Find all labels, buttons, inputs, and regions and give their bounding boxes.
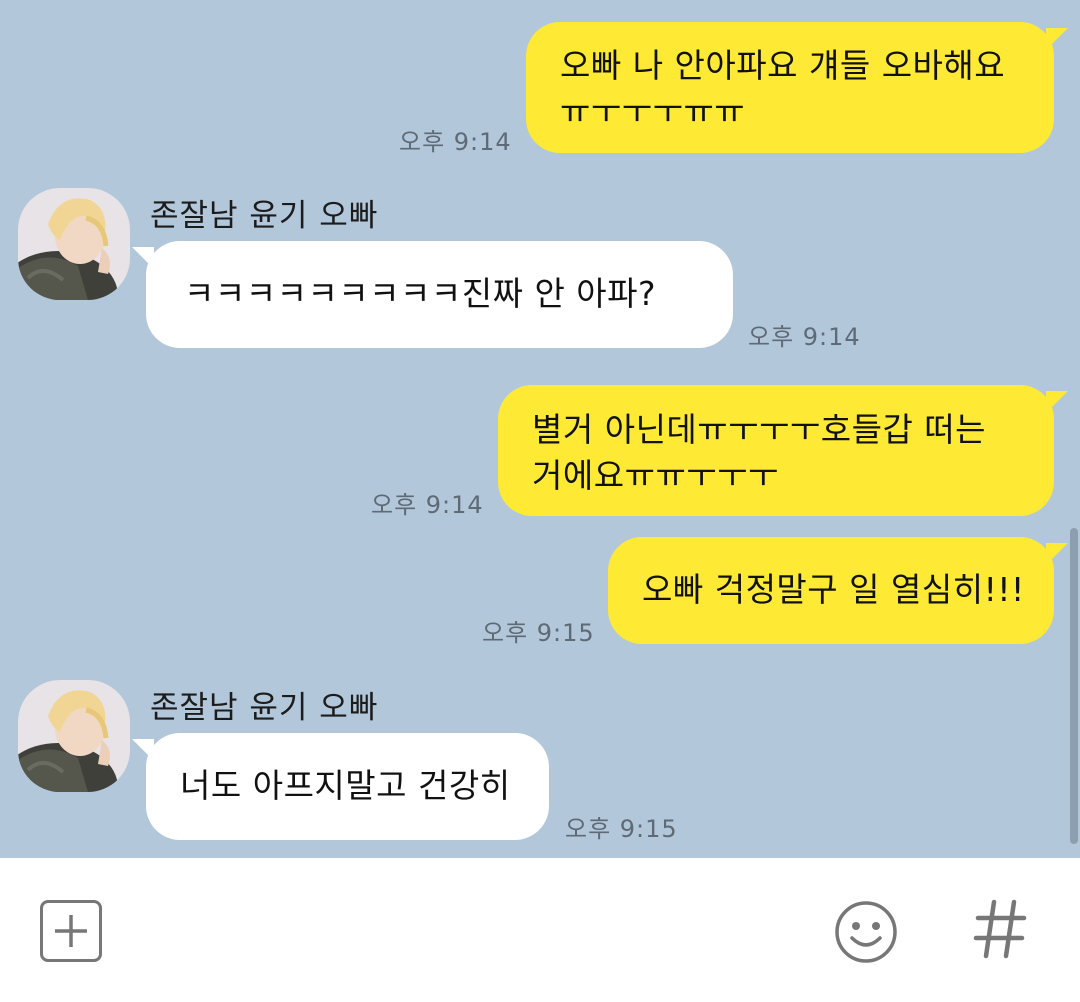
sender-name: 존잘남 윤기 오빠 (150, 198, 379, 234)
my-message-bubble[interactable]: 오빠 나 안아파요 걔들 오바해요 ㅠㅜㅜㅜㅠㅠ (526, 22, 1068, 153)
message-time: 오후 9:14 (748, 323, 861, 351)
scrollbar[interactable] (1070, 528, 1078, 844)
plus-icon[interactable] (40, 900, 102, 962)
input-bar (0, 858, 1080, 1002)
avatar-photo (18, 188, 130, 300)
message-time: 오후 9:15 (482, 619, 595, 647)
smiley-icon[interactable] (834, 900, 898, 964)
message-list[interactable]: 오빠 나 안아파요 걔들 오바해요 ㅠㅜㅜㅜㅠㅠ 오후 9:14 존잘남 윤기 … (0, 0, 1080, 858)
message-time: 오후 9:14 (371, 491, 484, 519)
my-message-bubble[interactable]: 별거 아닌데ㅠㅜㅜㅜ호들갑 떠는 거에요ㅠㅠㅜㅜㅜ (498, 385, 1068, 516)
sender-name: 존잘남 윤기 오빠 (150, 690, 379, 726)
my-message-bubble[interactable]: 오빠 걱정말구 일 열심히!!! (608, 537, 1068, 644)
other-message-bubble[interactable]: ㅋㅋㅋㅋㅋㅋㅋㅋㅋ진짜 안 아파? (132, 241, 733, 348)
message-time: 오후 9:14 (399, 128, 512, 156)
avatar-photo (18, 680, 130, 792)
avatar[interactable] (18, 680, 130, 792)
avatar[interactable] (18, 188, 130, 300)
message-time: 오후 9:15 (565, 815, 678, 843)
other-message-bubble[interactable]: 너도 아프지말고 건강히 (132, 733, 549, 840)
hash-icon[interactable] (972, 896, 1028, 962)
chat-screen: 오빠 나 안아파요 걔들 오바해요 ㅠㅜㅜㅜㅠㅠ 오후 9:14 존잘남 윤기 … (0, 0, 1080, 1002)
